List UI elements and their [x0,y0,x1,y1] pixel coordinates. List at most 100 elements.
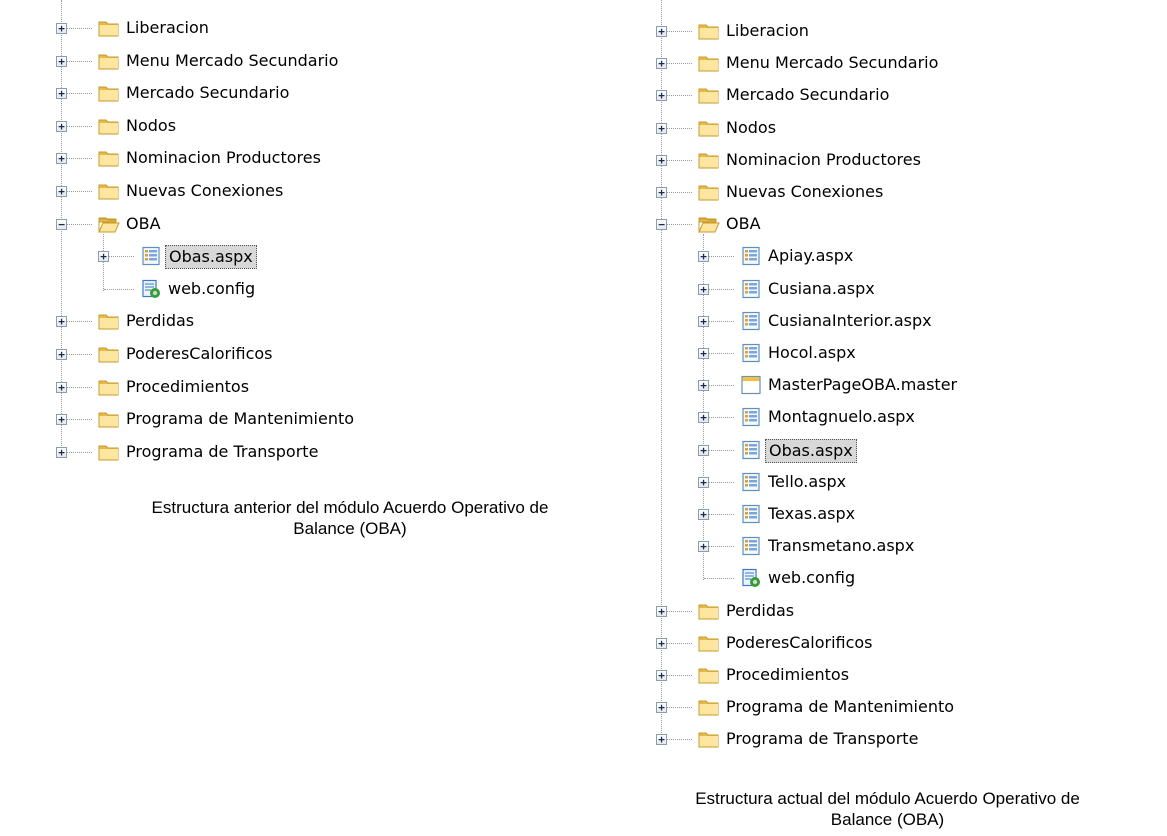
tree-item-label[interactable]: Montagnuelo.aspx [765,406,918,428]
expand-icon[interactable]: + [656,702,667,714]
tree-item-web-config[interactable]: web.config [600,563,1167,595]
tree-item-label[interactable]: PoderesCalorificos [123,343,276,365]
expand-icon[interactable]: + [656,187,667,198]
tree-item-label[interactable]: web.config [765,567,858,589]
tree-item-label[interactable]: Apiay.aspx [765,245,856,267]
expand-icon[interactable]: + [656,26,667,37]
tree-item-tello-aspx[interactable]: + Tello.aspx [600,467,1167,499]
tree-item-programa-de-transporte[interactable]: + Programa de Transporte [0,437,560,469]
tree-item-label[interactable]: Menu Mercado Secundario [123,50,341,72]
tree-item-poderescalorificos[interactable]: + PoderesCalorificos [0,339,560,371]
expand-icon[interactable]: + [656,90,667,102]
expand-icon[interactable]: + [656,605,667,617]
tree-item-obas-aspx[interactable]: + Obas.aspx [0,241,560,273]
tree-item-label[interactable]: Texas.aspx [765,503,858,525]
tree-item-label[interactable]: Obas.aspx [165,245,257,270]
expand-icon[interactable]: + [56,349,67,360]
expand-icon[interactable]: + [56,446,67,458]
tree-item-poderescalorificos[interactable]: + PoderesCalorificos [600,628,1167,660]
tree-item-label[interactable]: Programa de Transporte [723,728,921,750]
tree-item-nominacion-productores[interactable]: + Nominacion Productores [0,143,560,175]
expand-icon[interactable]: + [698,541,709,553]
tree-item-label[interactable]: Cusiana.aspx [765,278,878,300]
tree-item-transmetano-aspx[interactable]: + Transmetano.aspx [600,531,1167,563]
tree-item-oba[interactable]: − OBA [0,209,560,241]
tree-item-label[interactable]: Menu Mercado Secundario [723,52,941,74]
expand-icon[interactable]: + [56,88,67,100]
tree-item-label[interactable]: PoderesCalorificos [723,632,876,654]
tree-item-nodos[interactable]: + Nodos [0,111,560,143]
tree-item-label[interactable]: Nodos [123,115,179,137]
tree-item-label[interactable]: Mercado Secundario [123,82,292,104]
expand-icon[interactable]: + [56,316,67,328]
tree-item-label[interactable]: Procedimientos [723,664,852,686]
tree-item-label[interactable]: Perdidas [723,600,797,622]
tree-item-nuevas-conexiones[interactable]: + Nuevas Conexiones [600,177,1167,209]
tree-item-procedimientos[interactable]: + Procedimientos [600,660,1167,692]
collapse-icon[interactable]: − [56,218,67,230]
tree-item-label[interactable]: Perdidas [123,310,197,332]
expand-icon[interactable]: + [98,251,109,263]
tree-item-label[interactable]: Programa de Mantenimiento [723,696,957,718]
tree-item-cusiana-aspx[interactable]: + Cusiana.aspx [600,274,1167,306]
tree-item-nuevas-conexiones[interactable]: + Nuevas Conexiones [0,176,560,208]
tree-item-obas-aspx[interactable]: + Obas.aspx [600,435,1167,467]
tree-item-mercado-secundario[interactable]: + Mercado Secundario [600,80,1167,112]
expand-icon[interactable]: + [656,670,667,681]
tree-item-label[interactable]: Obas.aspx [765,438,857,463]
tree-item-label[interactable]: Programa de Mantenimiento [123,408,357,430]
tree-item-apiay-aspx[interactable]: + Apiay.aspx [600,241,1167,273]
expand-icon[interactable]: + [656,154,667,166]
tree-item-label[interactable]: MasterPageOBA.master [765,374,960,396]
tree-item-montagnuelo-aspx[interactable]: + Montagnuelo.aspx [600,402,1167,434]
collapse-icon[interactable]: − [656,219,667,231]
tree-item-perdidas[interactable]: + Perdidas [600,596,1167,628]
tree-item-label[interactable]: Nodos [723,117,779,139]
tree-item-procedimientos[interactable]: + Procedimientos [0,372,560,404]
expand-icon[interactable]: + [56,120,67,132]
tree-item-label[interactable]: Hocol.aspx [765,342,859,364]
tree-item-programa-de-mantenimiento[interactable]: + Programa de Mantenimiento [600,692,1167,724]
tree-item-nodos[interactable]: + Nodos [600,113,1167,145]
expand-icon[interactable]: + [56,186,67,197]
tree-item-label[interactable]: OBA [723,213,764,235]
expand-icon[interactable]: + [56,23,67,34]
tree-item-liberacion[interactable]: + Liberacion [0,13,560,45]
tree-item-menu-mercado-secundario[interactable]: + Menu Mercado Secundario [600,48,1167,80]
tree-item-label[interactable]: Nuevas Conexiones [123,180,286,202]
expand-icon[interactable]: + [56,55,67,67]
expand-icon[interactable]: + [698,412,709,424]
expand-icon[interactable]: + [698,348,709,359]
tree-item-oba[interactable]: − OBA [600,209,1167,241]
expand-icon[interactable]: + [698,380,709,392]
tree-item-label[interactable]: Procedimientos [123,376,252,398]
expand-icon[interactable]: + [698,444,709,456]
tree-item-liberacion[interactable]: + Liberacion [600,16,1167,48]
tree-item-label[interactable]: OBA [123,213,164,235]
tree-item-label[interactable]: Nuevas Conexiones [723,181,886,203]
tree-item-label[interactable]: Liberacion [723,20,812,42]
expand-icon[interactable]: + [56,153,67,165]
expand-icon[interactable]: + [698,251,709,263]
expand-icon[interactable]: + [656,58,667,70]
expand-icon[interactable]: + [656,637,667,649]
tree-item-programa-de-transporte[interactable]: + Programa de Transporte [600,724,1167,756]
tree-item-label[interactable]: Mercado Secundario [723,84,892,106]
tree-item-menu-mercado-secundario[interactable]: + Menu Mercado Secundario [0,46,560,78]
tree-item-label[interactable]: web.config [165,278,258,300]
tree-item-perdidas[interactable]: + Perdidas [0,306,560,338]
expand-icon[interactable]: + [656,734,667,746]
expand-icon[interactable]: + [698,509,709,520]
expand-icon[interactable]: + [698,315,709,327]
tree-item-label[interactable]: Liberacion [123,17,212,39]
tree-item-label[interactable]: Programa de Transporte [123,441,321,463]
tree-item-hocol-aspx[interactable]: + Hocol.aspx [600,338,1167,370]
tree-item-label[interactable]: CusianaInterior.aspx [765,310,935,332]
tree-item-label[interactable]: Transmetano.aspx [765,535,917,557]
expand-icon[interactable]: + [656,122,667,134]
expand-icon[interactable]: + [56,381,67,393]
tree-item-web-config[interactable]: web.config [0,274,560,306]
tree-item-texas-aspx[interactable]: + Texas.aspx [600,499,1167,531]
expand-icon[interactable]: + [56,414,67,426]
tree-item-label[interactable]: Tello.aspx [765,471,849,493]
